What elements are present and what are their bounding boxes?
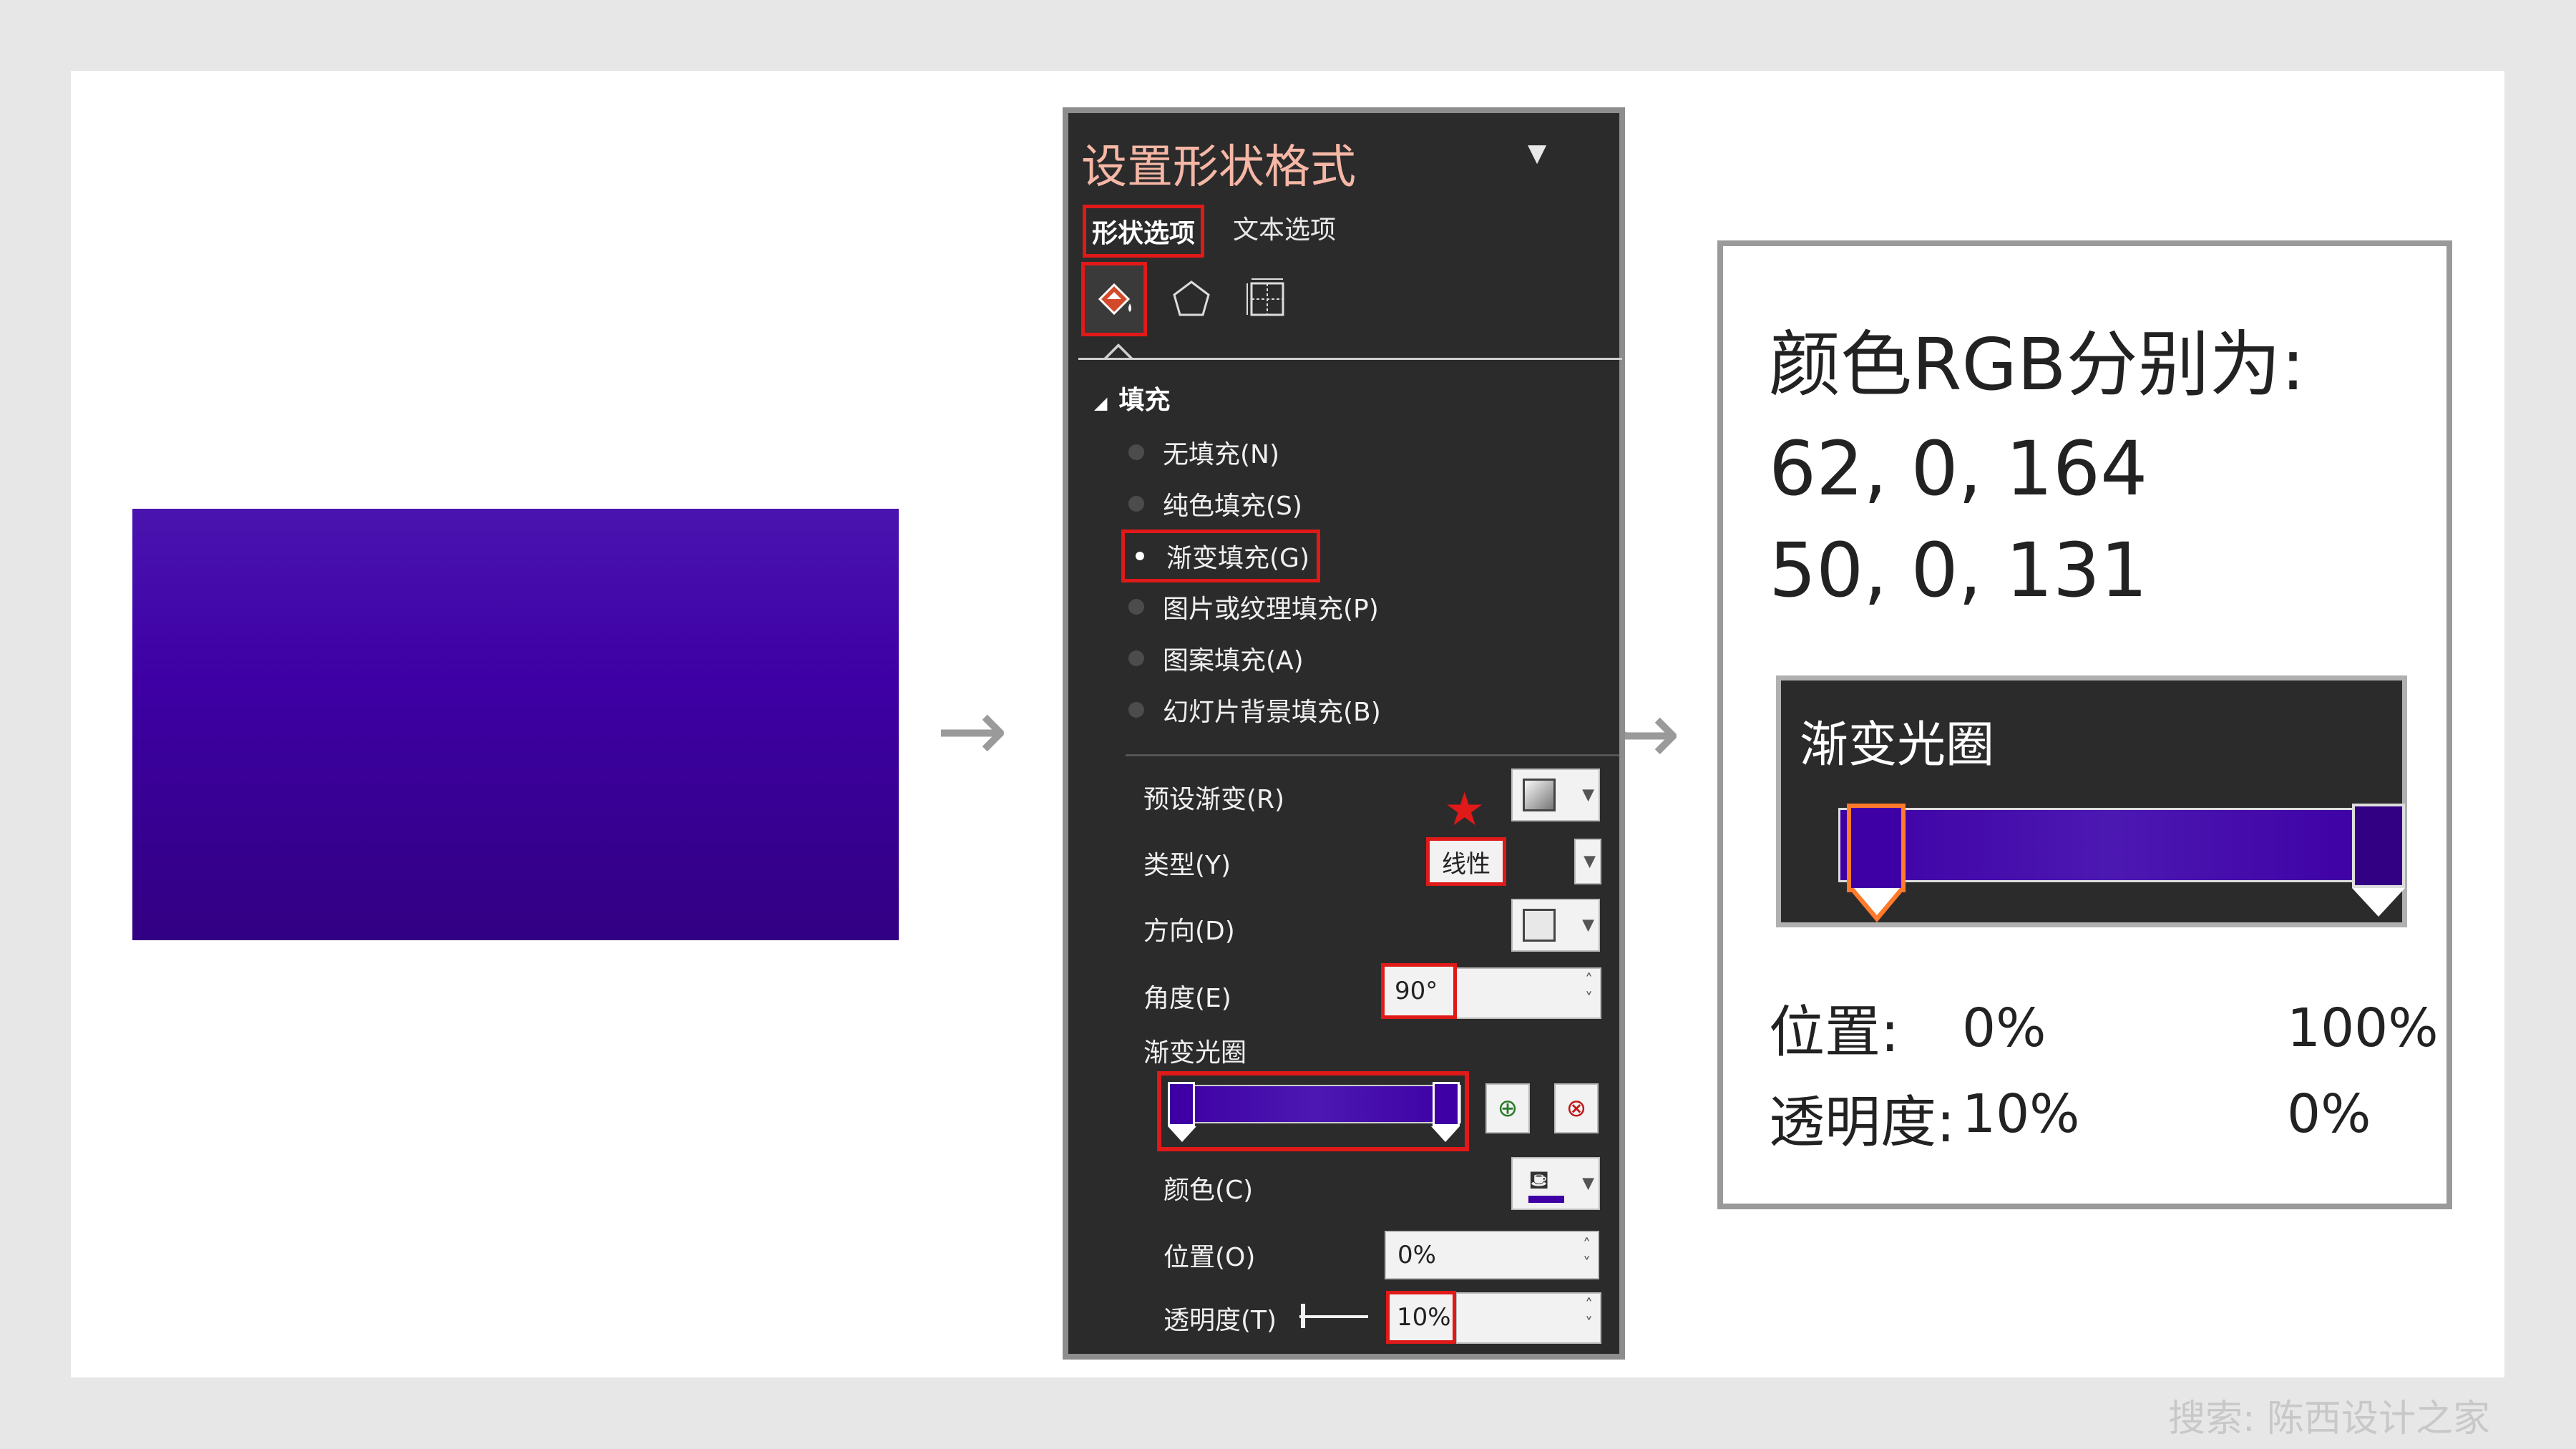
zoom-title: 渐变光圈 [1800, 717, 1995, 774]
radio-dot [1128, 702, 1144, 718]
chevron-down-icon: ▼ [1584, 852, 1596, 871]
size-properties-button[interactable] [1234, 262, 1300, 336]
radio-pattern-fill[interactable]: 图案填充(A) [1128, 640, 1304, 677]
radio-label: 渐变填充(G) [1166, 544, 1309, 573]
gradient-type-dropdown[interactable]: ▼ [1574, 839, 1601, 884]
paint-bucket-icon: ⛾ [1528, 1166, 1550, 1195]
spin-arrows-icon: ˄ ˅ [1585, 972, 1593, 1009]
radio-no-fill[interactable]: 无填充(N) [1128, 434, 1279, 471]
section-title: 填充 [1118, 386, 1171, 415]
chevron-down-icon: ▼ [1582, 1174, 1594, 1193]
collapse-triangle-icon: ◢ [1094, 393, 1108, 413]
watermark-text: 搜索: 陈西设计之家 [2168, 1397, 2491, 1440]
radio-label: 图片或纹理填充(P) [1163, 595, 1379, 624]
tab-indicator-inner [1107, 347, 1130, 358]
add-gradient-stop-button[interactable]: ⊕ [1485, 1083, 1530, 1133]
radio-gradient-fill[interactable]: 渐变填充(G) [1121, 530, 1320, 582]
zoom-gradient-bar [1838, 808, 2382, 882]
preset-gradient-label: 预设渐变(R) [1143, 785, 1285, 814]
color-label: 颜色(C) [1163, 1176, 1254, 1205]
angle-spinner[interactable]: ˄ ˅ [1455, 967, 1601, 1019]
transparency-input[interactable]: 10% [1386, 1291, 1456, 1344]
gradient-stops-bar[interactable] [1171, 1085, 1461, 1123]
divider [1078, 358, 1622, 360]
angle-input[interactable]: 90° [1381, 963, 1457, 1019]
star-icon: ★ [1444, 784, 1485, 836]
transparency-end-value: 0% [2287, 1083, 2371, 1145]
card-title: 颜色RGB分别为: [1769, 323, 2306, 406]
position-caption: 位置: [1769, 1000, 1900, 1065]
gradient-stops-label: 渐变光圈 [1143, 1038, 1247, 1068]
transparency-slider-track[interactable] [1299, 1315, 1368, 1318]
position-start-value: 0% [1962, 997, 2046, 1059]
spin-arrows-icon: ˄ ˅ [1583, 1236, 1591, 1274]
gradient-stop-start-pointer [1168, 1126, 1196, 1142]
direction-swatch [1523, 909, 1556, 942]
rgb-value-end: 50, 0, 131 [1769, 527, 2148, 614]
size-properties-icon [1246, 278, 1284, 316]
remove-gradient-stop-button[interactable]: ⊗ [1554, 1083, 1599, 1133]
add-stop-icon: ⊕ [1497, 1094, 1518, 1123]
pane-title: 设置形状格式 [1081, 141, 1356, 194]
radio-label: 幻灯片背景填充(B) [1163, 698, 1381, 727]
radio-slide-background-fill[interactable]: 幻灯片背景填充(B) [1128, 691, 1381, 728]
direction-dropdown[interactable]: ▼ [1511, 899, 1600, 952]
divider [1126, 754, 1619, 756]
radio-solid-fill[interactable]: 纯色填充(S) [1128, 485, 1302, 522]
transparency-caption: 透明度: [1769, 1091, 1956, 1155]
radio-dot [1128, 496, 1144, 512]
color-picker-button[interactable]: ⛾ ▼ [1511, 1157, 1600, 1210]
transparency-spinner[interactable]: ˄ ˅ [1455, 1292, 1601, 1344]
transparency-slider-thumb[interactable] [1301, 1304, 1305, 1328]
tab-text-options[interactable]: 文本选项 [1227, 205, 1342, 250]
pane-menu-chevron-down-icon[interactable]: ▼ [1528, 139, 1546, 167]
radio-dot [1128, 650, 1144, 666]
fill-line-button[interactable] [1081, 262, 1147, 336]
position-input[interactable]: 0% ˄ ˅ [1385, 1231, 1599, 1279]
radio-picture-fill[interactable]: 图片或纹理填充(P) [1128, 588, 1379, 625]
zoom-stop-end [2352, 804, 2405, 888]
right-arrow-icon: → [936, 681, 1008, 781]
radio-label: 纯色填充(S) [1163, 492, 1302, 521]
gradient-stop-start[interactable] [1168, 1082, 1195, 1126]
chevron-down-icon: ▼ [1582, 916, 1594, 935]
position-value: 0% [1397, 1241, 1436, 1269]
gradient-preset-swatch [1523, 779, 1556, 811]
fill-section-header[interactable]: ◢ 填充 [1094, 379, 1170, 416]
gradient-stops-zoom: 渐变光圈 [1776, 675, 2407, 927]
radio-dot [1128, 599, 1144, 615]
gradient-rectangle-shape[interactable] [132, 509, 899, 940]
direction-label: 方向(D) [1143, 917, 1235, 946]
gradient-type-select[interactable]: 线性 [1426, 837, 1506, 886]
paint-bucket-icon [1098, 283, 1131, 316]
position-label: 位置(O) [1163, 1243, 1256, 1272]
rgb-value-start: 62, 0, 164 [1769, 425, 2148, 512]
current-color-bar [1528, 1196, 1564, 1203]
type-label: 类型(Y) [1143, 851, 1231, 880]
spin-arrows-icon: ˄ ˅ [1585, 1297, 1593, 1334]
remove-stop-icon: ⊗ [1566, 1094, 1587, 1123]
radio-dot [1128, 444, 1144, 460]
tab-shape-options[interactable]: 形状选项 [1083, 205, 1205, 258]
gradient-stop-end-pointer [1431, 1126, 1460, 1142]
zoom-stop-end-pointer [2352, 888, 2405, 917]
angle-label: 角度(E) [1143, 984, 1231, 1013]
chevron-down-icon: ▼ [1582, 786, 1594, 804]
radio-label: 图案填充(A) [1163, 646, 1304, 675]
radio-dot-selected [1132, 548, 1148, 564]
zoom-stop-start [1847, 804, 1906, 892]
effects-button[interactable] [1158, 262, 1224, 336]
info-card: 颜色RGB分别为: 62, 0, 164 50, 0, 131 渐变光圈 位置:… [1717, 240, 2452, 1209]
gradient-stop-end[interactable] [1433, 1082, 1460, 1126]
preset-gradient-dropdown[interactable]: ▼ [1511, 769, 1600, 821]
transparency-label: 透明度(T) [1163, 1306, 1277, 1335]
pentagon-icon [1173, 280, 1210, 316]
transparency-start-value: 10% [1962, 1083, 2080, 1145]
radio-label: 无填充(N) [1163, 440, 1280, 469]
zoom-stop-start-pointer-inner [1854, 888, 1900, 915]
position-end-value: 100% [2287, 997, 2439, 1059]
